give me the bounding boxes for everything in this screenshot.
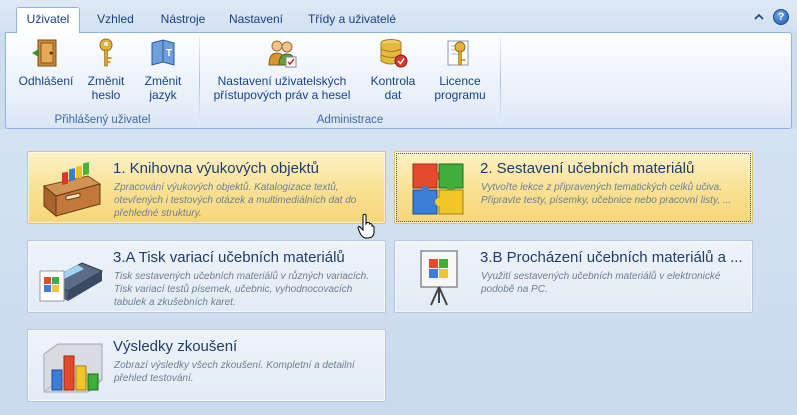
key-icon: [99, 38, 113, 67]
hand-cursor-icon: [357, 213, 375, 239]
ribbon-panel: Odhlášení Změnit heslo T Změnit jazyk Př…: [5, 32, 792, 129]
group-prihlaseny-uzivatel: Odhlášení Změnit heslo T Změnit jazyk Př…: [6, 33, 199, 128]
group-label-administrace: Administrace: [316, 114, 384, 126]
tile-description: Využití sestavených učebních materiálů v…: [481, 271, 721, 295]
logout-door-icon: [32, 39, 57, 67]
chevron-up-icon[interactable]: [751, 9, 767, 25]
drawer-cabinet-icon: [42, 162, 102, 218]
tab-uzivatel[interactable]: Uživatel: [16, 7, 80, 33]
language-book-icon: T: [151, 39, 175, 66]
group-administrace: Nastavení uživatelských přístupových prá…: [200, 33, 500, 128]
presentation-board-icon: [420, 250, 458, 306]
user-rights-label: Nastavení uživatelských přístupových prá…: [213, 74, 351, 102]
tab-nastroje[interactable]: Nástroje: [152, 8, 214, 32]
change-language-button[interactable]: T Změnit jazyk: [138, 37, 188, 102]
bar-chart-icon: [43, 343, 103, 393]
tab-vzhled[interactable]: Vzhled: [88, 8, 143, 32]
database-check-icon: [380, 39, 408, 68]
data-check-label: Kontrola dat: [370, 74, 416, 102]
license-label: Licence programu: [434, 74, 486, 102]
puzzle-pieces-icon: [412, 163, 464, 215]
tile-description: Zpracování výukových objektů. Katalogiza…: [114, 182, 357, 219]
change-language-label: Změnit jazyk: [144, 74, 182, 102]
tile-sestaveni-ucebnich-materialu[interactable]: 2. Sestavení učebních materiálů Vytvořte…: [394, 151, 753, 224]
logout-label: Odhlášení: [18, 74, 74, 88]
tile-title: 1. Knihovna výukových objektů: [113, 160, 319, 177]
tile-title: 2. Sestavení učebních materiálů: [480, 160, 695, 177]
license-button[interactable]: Licence programu: [430, 37, 490, 102]
user-rights-button[interactable]: Nastavení uživatelských přístupových prá…: [212, 37, 352, 102]
ribbon-tab-bar: Uživatel Vzhled Nástroje Nastavení Třídy…: [0, 0, 797, 33]
module-tiles-area: 1. Knihovna výukových objektů Zpracování…: [0, 129, 797, 415]
tab-nastaveni[interactable]: Nastavení: [222, 8, 290, 32]
tile-vysledky-zkouseni[interactable]: Výsledky zkoušení Zobrazí výsledky všech…: [27, 329, 386, 402]
change-password-button[interactable]: Změnit heslo: [81, 37, 131, 102]
group-separator: [500, 37, 501, 125]
user-rights-icon: [268, 40, 297, 68]
license-key-icon: [447, 40, 469, 66]
logout-button[interactable]: Odhlášení: [19, 37, 73, 88]
tile-prochazeni-ucebnich-materialu[interactable]: 3.B Procházení učebních materiálů a ... …: [394, 240, 753, 313]
printer-icon: [39, 262, 104, 302]
data-check-button[interactable]: Kontrola dat: [368, 37, 418, 102]
svg-text:T: T: [166, 48, 172, 59]
tile-description: Zobrazí výsledky všech zkoušení. Komplet…: [114, 360, 355, 384]
tile-tisk-variaci[interactable]: 3.A Tisk variací učebních materiálů Tisk…: [27, 240, 386, 313]
tile-description: Tisk sestavených učebních materiálů v rů…: [114, 271, 370, 308]
group-label-prihlaseny-uzivatel: Přihlášený uživatel: [54, 114, 151, 126]
tile-title: Výsledky zkoušení: [113, 338, 238, 355]
tile-description: Vytvořte lekce z připravených tematickýc…: [481, 182, 732, 206]
tile-title: 3.A Tisk variací učebních materiálů: [113, 249, 345, 266]
change-password-label: Změnit heslo: [87, 74, 125, 102]
tile-knihovna-vyukovych-objektu[interactable]: 1. Knihovna výukových objektů Zpracování…: [27, 151, 386, 224]
tab-tridy-a-uzivatele[interactable]: Třídy a uživatelé: [300, 8, 404, 32]
help-icon[interactable]: ?: [773, 9, 789, 25]
tile-title: 3.B Procházení učebních materiálů a ...: [480, 249, 743, 266]
